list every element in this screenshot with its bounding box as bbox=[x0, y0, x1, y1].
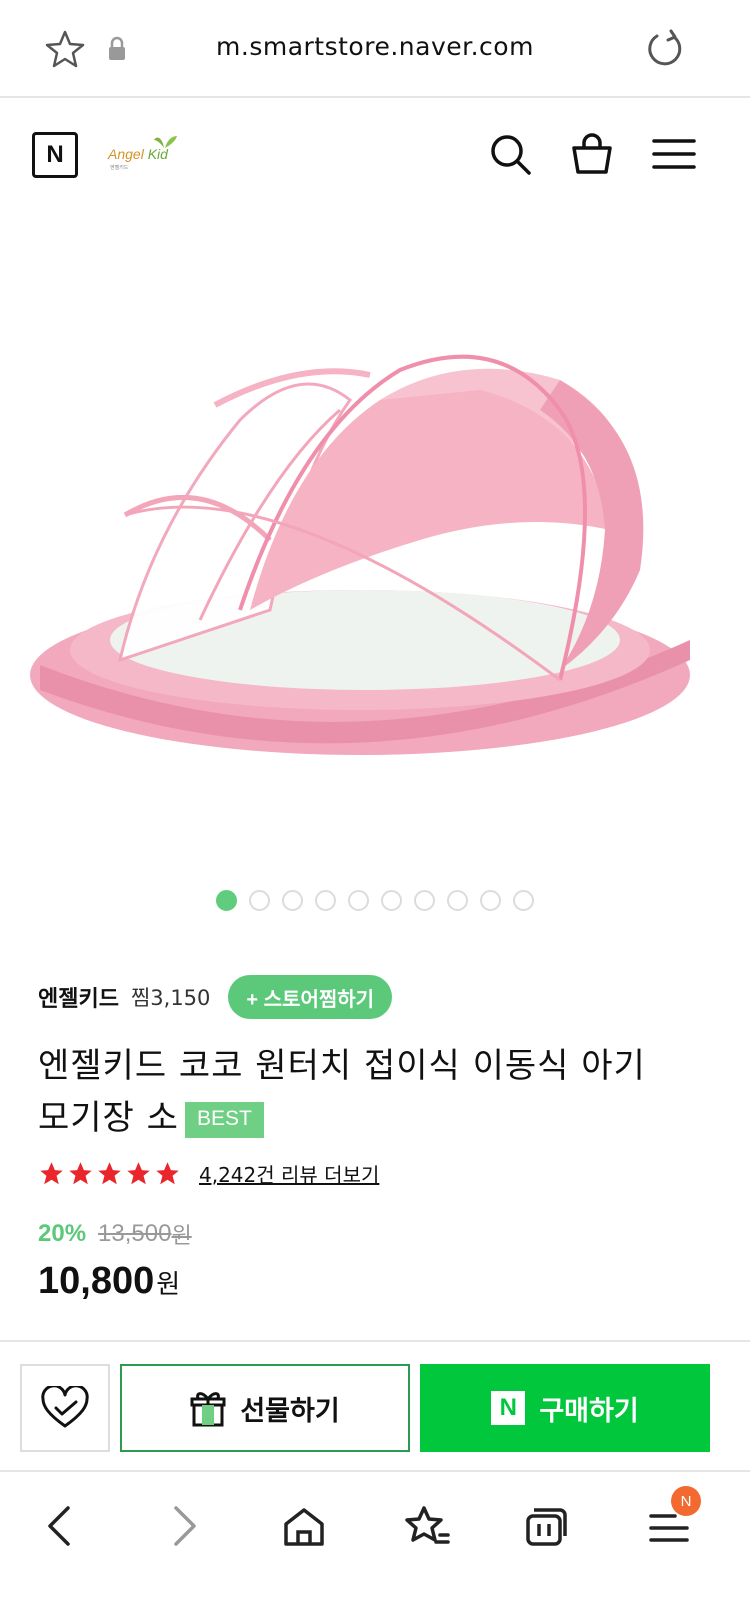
mosquito-net-illustration bbox=[30, 354, 690, 755]
purchase-action-bar: 선물하기 N 구매하기 bbox=[0, 1340, 750, 1470]
store-wish-button[interactable]: + 스토어찜하기 bbox=[228, 975, 393, 1019]
discount-row: 20% 13,500 원 bbox=[38, 1216, 192, 1252]
product-image[interactable] bbox=[0, 210, 750, 880]
forward-icon[interactable] bbox=[160, 1502, 208, 1550]
bookmarks-icon[interactable] bbox=[402, 1502, 450, 1550]
pager-dot[interactable] bbox=[249, 890, 270, 911]
star-filled-icon bbox=[40, 1161, 63, 1184]
naver-pay-icon: N bbox=[491, 1391, 526, 1425]
heart-check-icon bbox=[41, 1386, 89, 1428]
brand-logo[interactable]: Angel Kid 엔젤키드 bbox=[108, 132, 182, 178]
store-name[interactable]: 엔젤키드 bbox=[38, 981, 119, 1013]
star-filled-icon bbox=[127, 1161, 150, 1184]
back-icon[interactable] bbox=[36, 1502, 84, 1550]
product-title-text: 엔젤키드 코코 원터치 접이식 이동식 아기 모기장 소 bbox=[38, 1046, 646, 1138]
home-icon[interactable] bbox=[280, 1502, 328, 1550]
pager-dot[interactable] bbox=[414, 890, 435, 911]
sale-price: 10,800 bbox=[38, 1260, 155, 1302]
star-filled-icon bbox=[69, 1161, 92, 1184]
star-filled-icon bbox=[156, 1161, 179, 1184]
hamburger-menu-icon[interactable] bbox=[650, 130, 698, 178]
gift-icon bbox=[190, 1392, 226, 1427]
pager-dot[interactable] bbox=[513, 890, 534, 911]
pager-dot[interactable] bbox=[447, 890, 468, 911]
rating-row: 4,242건 리뷰 더보기 bbox=[38, 1156, 379, 1190]
pager-dot[interactable] bbox=[216, 890, 237, 911]
pager-dot[interactable] bbox=[348, 890, 369, 911]
browser-url-bar: m.smartstore.naver.com bbox=[0, 0, 750, 98]
shopping-bag-icon[interactable] bbox=[568, 130, 616, 178]
naver-logo-text: N bbox=[46, 141, 64, 168]
price-unit: 원 bbox=[156, 1270, 181, 1300]
price-row: 10,800 원 bbox=[38, 1260, 180, 1308]
gift-button-label: 선물하기 bbox=[240, 1395, 340, 1427]
notification-badge: N bbox=[671, 1486, 701, 1516]
store-header: N Angel Kid 엔젤키드 bbox=[0, 100, 750, 210]
buy-button[interactable]: N 구매하기 bbox=[420, 1364, 710, 1452]
pager-dot[interactable] bbox=[315, 890, 336, 911]
star-filled-icon bbox=[98, 1161, 121, 1184]
brand-logo-text: Angel Kid bbox=[108, 146, 168, 162]
gift-button[interactable]: 선물하기 bbox=[120, 1364, 410, 1452]
best-badge: BEST bbox=[184, 1102, 264, 1138]
reload-icon[interactable] bbox=[643, 28, 685, 70]
brand-logo-subtext: 엔젤키드 bbox=[110, 165, 129, 171]
product-title: 엔젤키드 코코 원터치 접이식 이동식 아기 모기장 소 BEST bbox=[38, 1040, 688, 1144]
review-link[interactable]: 4,242건 리뷰 더보기 bbox=[199, 1159, 379, 1188]
rating-stars bbox=[38, 1160, 181, 1187]
image-pager[interactable] bbox=[0, 890, 750, 914]
store-info-row: 엔젤키드 찜3,150 + 스토어찜하기 bbox=[38, 975, 393, 1019]
pager-dot[interactable] bbox=[480, 890, 501, 911]
tabs-icon[interactable] bbox=[522, 1502, 570, 1550]
pager-dot[interactable] bbox=[381, 890, 402, 911]
browser-nav-bar bbox=[0, 1470, 750, 1612]
search-icon[interactable] bbox=[486, 130, 534, 178]
discount-rate: 20% bbox=[38, 1220, 87, 1247]
original-price-unit: 원 bbox=[171, 1224, 192, 1249]
original-price: 13,500 bbox=[98, 1220, 172, 1247]
like-button[interactable] bbox=[20, 1364, 110, 1452]
naver-logo[interactable]: N bbox=[32, 132, 78, 178]
buy-button-label: 구매하기 bbox=[539, 1395, 639, 1427]
url-text[interactable]: m.smartstore.naver.com bbox=[0, 32, 750, 61]
wish-count: 찜3,150 bbox=[130, 986, 211, 1010]
pager-dot[interactable] bbox=[282, 890, 303, 911]
